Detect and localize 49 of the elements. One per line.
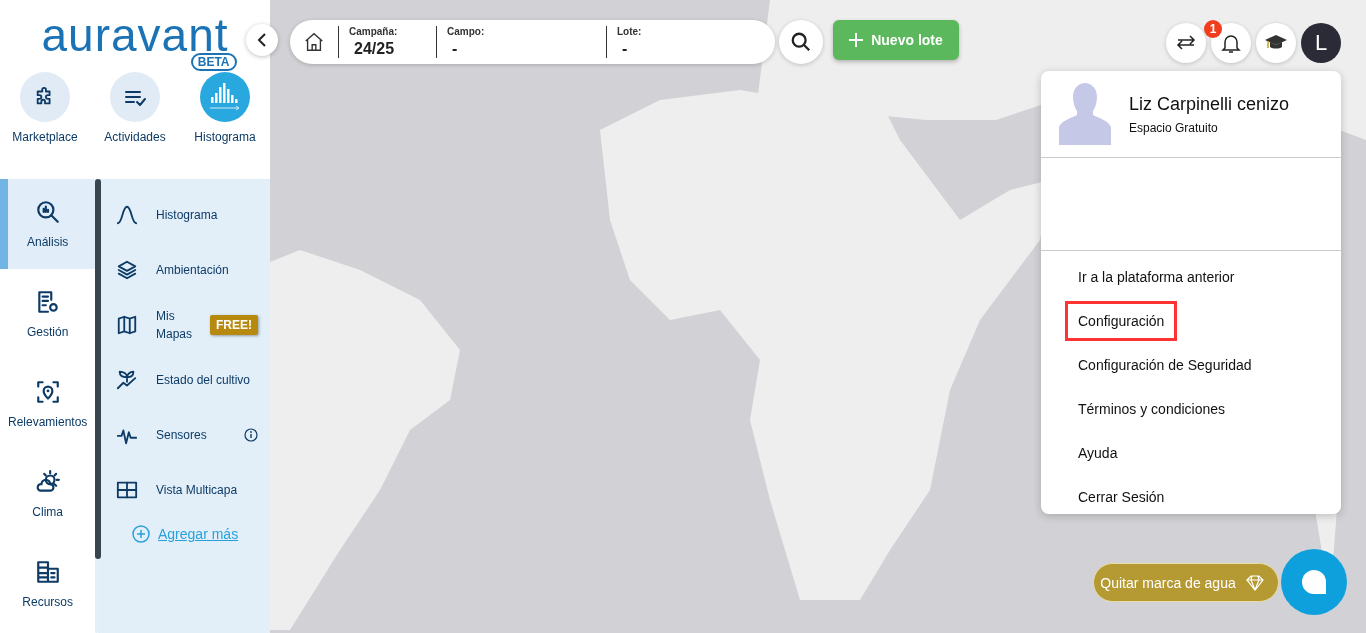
nav-item[interactable]: Relevamientos: [0, 359, 96, 449]
scrollbar-thumb[interactable]: [95, 179, 102, 559]
search-icon: [790, 31, 812, 53]
diamond-icon: [1245, 574, 1264, 591]
plus-icon: [849, 33, 864, 47]
menu-item[interactable]: Configuración de Seguridad: [1065, 345, 1265, 385]
chat-bubble-icon: [1301, 569, 1327, 595]
collapse-button[interactable]: [246, 24, 278, 56]
field-label: Campo:: [447, 26, 486, 37]
shortcut-button[interactable]: Actividades: [90, 72, 180, 179]
submenu-item[interactable]: Estado del cultivo: [156, 370, 258, 389]
menu-item[interactable]: Configuración: [1065, 301, 1178, 341]
field-value[interactable]: -: [447, 40, 606, 58]
menu-item[interactable]: Términos y condiciones: [1065, 389, 1239, 429]
logo-wordmark: auravant: [41, 18, 229, 52]
person-silhouette-icon: [1059, 83, 1111, 145]
home-icon: [303, 31, 325, 53]
map-icon: [116, 313, 138, 336]
field-value[interactable]: -: [617, 40, 756, 58]
field-value[interactable]: 24/25: [349, 40, 436, 58]
field-label: Campaña:: [349, 26, 399, 37]
sun-cloud-icon: [34, 469, 61, 495]
building-icon: [34, 559, 61, 585]
submenu-item[interactable]: Histograma: [156, 205, 258, 224]
nav-item[interactable]: Gestión: [0, 269, 96, 359]
free-badge: FREE!: [210, 314, 258, 335]
nav-item[interactable]: Recursos: [0, 539, 96, 629]
field-label: Lote:: [617, 26, 643, 37]
plus-circle-icon: [132, 525, 150, 543]
beta-badge: BETA: [190, 53, 237, 71]
chevron-left-icon: [257, 32, 267, 48]
nav-item[interactable]: Clima: [0, 449, 96, 539]
submenu-item[interactable]: Mis Mapas: [156, 306, 192, 343]
submenu-item[interactable]: Vista Multicapa: [156, 480, 258, 499]
menu-item[interactable]: Ayuda: [1065, 433, 1131, 473]
plan-label: Espacio Gratuito: [1129, 120, 1219, 135]
shortcut-button[interactable]: Marketplace: [0, 72, 90, 179]
submenu-item[interactable]: Sensores: [156, 425, 226, 444]
nav-item[interactable]: Análisis: [0, 179, 96, 269]
menu-item[interactable]: Cerrar Sesión: [1065, 477, 1178, 517]
user-name: Liz Carpinelli cenizo: [1129, 93, 1290, 115]
shortcut-button[interactable]: Histograma: [180, 72, 270, 179]
submenu-item[interactable]: Ambientación: [156, 260, 258, 279]
location-scan-icon: [34, 379, 61, 405]
bell-curve-icon: [116, 203, 138, 226]
layers-icon: [116, 258, 138, 281]
menu-item[interactable]: Ir a la plataforma anterior: [1065, 257, 1248, 297]
magnifier-chart-icon: [34, 199, 61, 225]
sprout-icon: [116, 368, 138, 391]
